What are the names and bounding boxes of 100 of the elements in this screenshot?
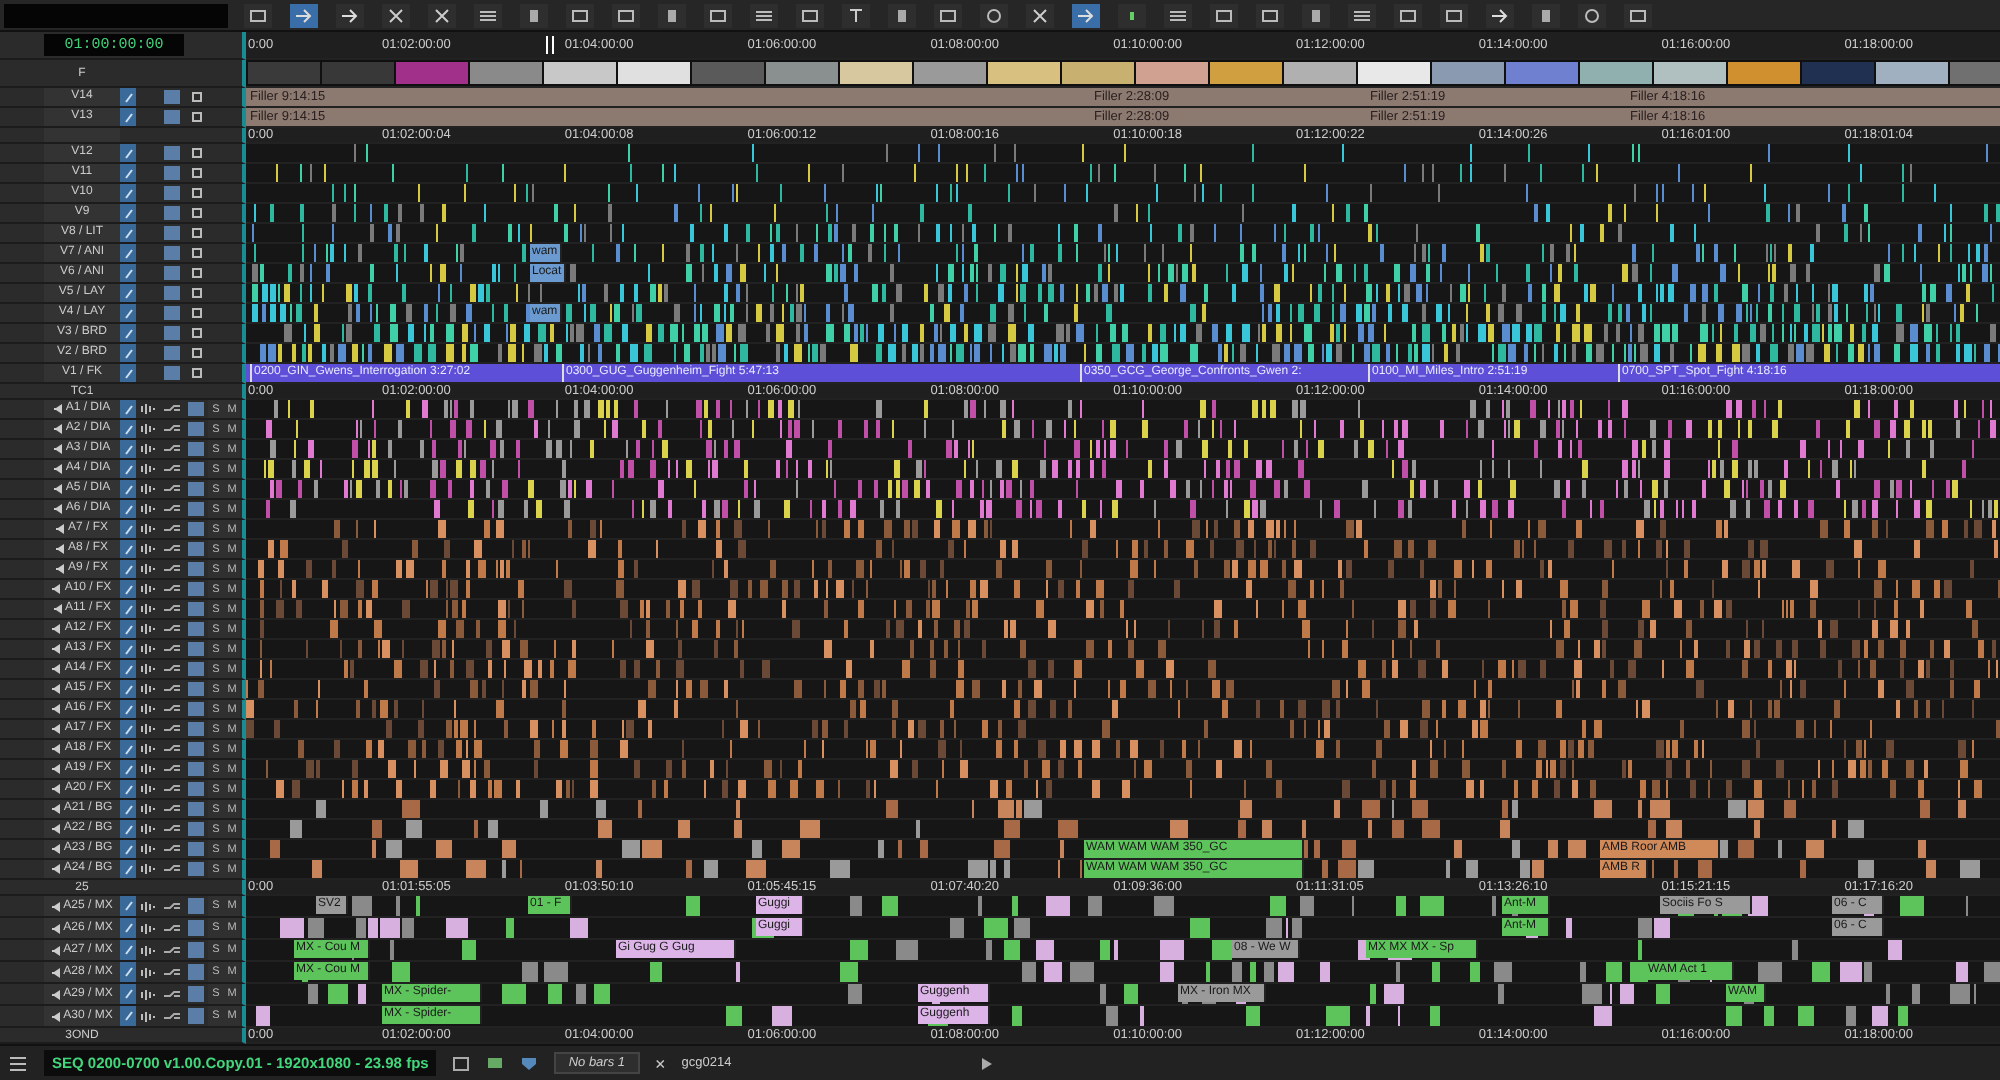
record-toggle[interactable] — [120, 460, 136, 478]
routing-icon — [164, 584, 180, 594]
record-toggle[interactable] — [120, 918, 136, 938]
routing-icon — [164, 684, 180, 694]
record-toggle[interactable] — [120, 324, 136, 342]
record-toggle[interactable] — [120, 620, 136, 638]
record-toggle[interactable] — [120, 420, 136, 438]
record-toggle[interactable] — [120, 760, 136, 778]
toolbar-button[interactable] — [382, 3, 410, 27]
routing-icon — [164, 989, 180, 999]
toolbar-button[interactable] — [1486, 3, 1514, 27]
record-toggle[interactable] — [120, 600, 136, 618]
record-toggle[interactable] — [120, 540, 136, 558]
lines-icon — [478, 7, 498, 23]
record-toggle[interactable] — [120, 720, 136, 738]
record-toggle[interactable] — [120, 364, 136, 382]
menu-icon[interactable] — [8, 1055, 28, 1071]
toolbar-button[interactable] — [1302, 3, 1330, 27]
record-toggle[interactable] — [120, 344, 136, 362]
monitor-icon[interactable] — [486, 1055, 505, 1071]
record-toggle[interactable] — [120, 108, 136, 126]
toolbar-button[interactable] — [1164, 3, 1192, 27]
record-toggle[interactable] — [120, 204, 136, 222]
record-toggle[interactable] — [120, 440, 136, 458]
record-toggle[interactable] — [120, 144, 136, 162]
record-toggle[interactable] — [120, 88, 136, 106]
record-toggle[interactable] — [120, 640, 136, 658]
video-frame-thumbnail — [396, 62, 468, 84]
toolbar-button[interactable] — [612, 3, 640, 27]
record-toggle[interactable] — [120, 520, 136, 538]
frame-icon[interactable] — [452, 1055, 471, 1071]
toolbar-button[interactable] — [980, 3, 1008, 27]
record-toggle[interactable] — [120, 1006, 136, 1026]
toolbar-button[interactable] — [934, 3, 962, 27]
toolbar-button[interactable] — [1118, 3, 1146, 27]
toolbar-button[interactable] — [1578, 3, 1606, 27]
position-marker[interactable] — [546, 36, 554, 54]
record-toggle[interactable] — [120, 560, 136, 578]
toolbar-button[interactable] — [244, 3, 272, 27]
routing-icon — [164, 484, 180, 494]
record-toggle[interactable] — [120, 780, 136, 798]
record-toggle[interactable] — [120, 896, 136, 916]
waveform-icon — [140, 624, 156, 634]
record-toggle[interactable] — [120, 800, 136, 818]
record-toggle[interactable] — [120, 184, 136, 202]
routing-icon — [164, 664, 180, 674]
record-toggle[interactable] — [120, 500, 136, 518]
toolbar-button[interactable] — [336, 3, 364, 27]
record-toggle[interactable] — [120, 700, 136, 718]
bar-icon — [892, 7, 912, 23]
record-toggle[interactable] — [120, 820, 136, 838]
close-button[interactable]: × — [655, 1053, 666, 1073]
record-toggle[interactable] — [120, 840, 136, 858]
record-toggle[interactable] — [120, 284, 136, 302]
record-toggle[interactable] — [120, 660, 136, 678]
frame-icon — [1628, 7, 1648, 23]
toolbar-button[interactable] — [1624, 3, 1652, 27]
record-toggle[interactable] — [120, 860, 136, 878]
toolbar-button[interactable] — [290, 3, 318, 27]
toolbar-button[interactable] — [1532, 3, 1560, 27]
toolbar-button[interactable] — [520, 3, 548, 27]
record-toggle[interactable] — [120, 480, 136, 498]
record-toggle[interactable] — [120, 580, 136, 598]
record-toggle[interactable] — [120, 740, 136, 758]
toolbar-button[interactable] — [1348, 3, 1376, 27]
record-toggle[interactable] — [120, 400, 136, 418]
record-toggle[interactable] — [120, 164, 136, 182]
toolbar-button[interactable] — [1210, 3, 1238, 27]
video-frame-thumbnail — [1358, 62, 1430, 84]
toolbar-button[interactable] — [428, 3, 456, 27]
record-toggle[interactable] — [120, 680, 136, 698]
toolbar-button[interactable] — [566, 3, 594, 27]
record-toggle[interactable] — [120, 984, 136, 1004]
toolbar-button[interactable] — [888, 3, 916, 27]
routing-icon — [164, 464, 180, 474]
record-toggle[interactable] — [120, 940, 136, 960]
toolbar-button[interactable] — [796, 3, 824, 27]
record-toggle[interactable] — [120, 304, 136, 322]
square-icon — [192, 168, 202, 178]
record-toggle[interactable] — [120, 264, 136, 282]
toolbar-button[interactable] — [1394, 3, 1422, 27]
toolbar-button[interactable] — [842, 3, 870, 27]
toolbar-button[interactable] — [1026, 3, 1054, 27]
waveform-icon — [140, 684, 156, 694]
toolbar-button[interactable] — [750, 3, 778, 27]
record-toggle[interactable] — [120, 962, 136, 982]
waveform-icon — [140, 923, 156, 933]
record-toggle[interactable] — [120, 244, 136, 262]
video-frame-thumbnail — [840, 62, 912, 84]
record-toggle[interactable] — [120, 224, 136, 242]
toolbar-button[interactable] — [474, 3, 502, 27]
play-icon[interactable] — [977, 1055, 996, 1071]
video-frame-thumbnail — [248, 62, 320, 84]
toolbar-button[interactable] — [1072, 3, 1100, 27]
toolbar-button[interactable] — [1256, 3, 1284, 27]
shield-icon[interactable] — [520, 1055, 539, 1071]
routing-icon — [164, 945, 180, 955]
toolbar-button[interactable] — [658, 3, 686, 27]
toolbar-button[interactable] — [1440, 3, 1468, 27]
toolbar-button[interactable] — [704, 3, 732, 27]
